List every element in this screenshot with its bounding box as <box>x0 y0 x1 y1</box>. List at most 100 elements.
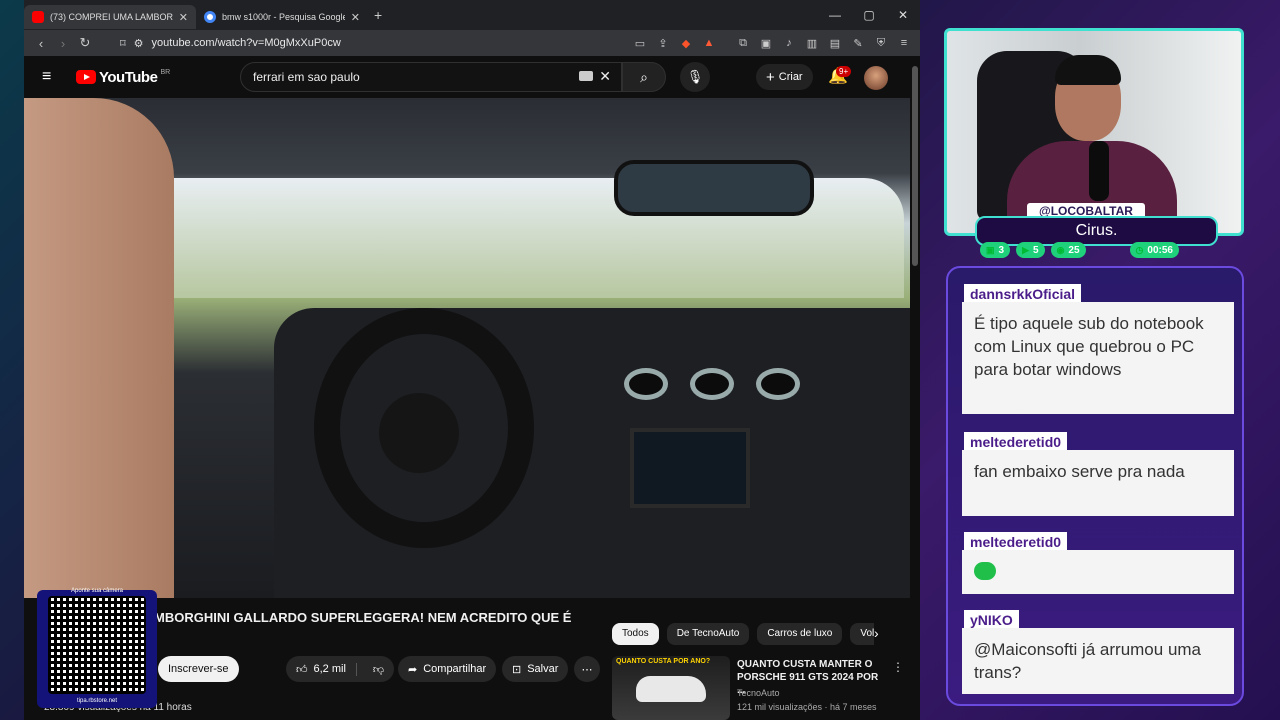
wallet-icon[interactable]: ▤ <box>825 37 845 50</box>
webcam-microphone <box>1089 141 1109 201</box>
save-icon: ⊡ <box>512 663 522 676</box>
twitch-viewers: ▣ 3 <box>980 242 1011 258</box>
qr-caption: Aponte sua câmera <box>70 588 124 594</box>
chat-username: meltederetid0 <box>964 432 1068 452</box>
video-driver <box>24 98 174 598</box>
create-button[interactable]: + Criar <box>756 64 813 90</box>
youtube-logo[interactable]: YouTube BR <box>76 69 170 86</box>
share-icon: ➦ <box>408 663 418 676</box>
sidebar-icon[interactable]: ▥ <box>802 37 822 50</box>
site-info-icon[interactable]: ⚙ <box>134 37 144 50</box>
timer-value: 00:56 <box>1147 244 1173 256</box>
chip-channel[interactable]: De TecnoAuto <box>666 623 750 645</box>
notification-badge: 9+ <box>836 66 852 77</box>
music-icon[interactable]: ♪ <box>779 37 799 49</box>
twitch-icon: ▣ <box>986 244 995 255</box>
more-options-icon[interactable]: ⋮ <box>892 660 904 674</box>
brave-shield-icon[interactable]: ◆ <box>676 37 696 50</box>
share-button[interactable]: ➦ Compartilhar <box>398 656 497 682</box>
vpn-icon[interactable]: ⛨ <box>871 37 891 50</box>
extensions-icon[interactable]: ⧉ <box>733 37 753 50</box>
extensions-area: ▭ ⇪ ◆ ▲ ⧉ ▣ ♪ ▥ ▤ ✎ ⛨ ≡ <box>630 30 914 56</box>
qr-code-image <box>48 596 146 694</box>
dislike-button[interactable]: 👎︎ <box>363 663 394 676</box>
scrollbar-thumb[interactable] <box>912 66 918 266</box>
new-tab-button[interactable]: + <box>374 7 382 23</box>
edit-icon[interactable]: ✎ <box>848 37 868 50</box>
search-icon: ⌕ <box>640 69 648 85</box>
recommended-thumbnail[interactable]: QUANTO CUSTA POR ANO? <box>612 656 730 720</box>
thumbs-down-icon: 👎︎ <box>372 663 385 676</box>
chat-message: @Maiconsofti já arrumou uma trans? <box>962 628 1234 694</box>
forward-icon[interactable]: › <box>52 36 74 51</box>
video-player[interactable] <box>24 98 910 598</box>
url-box[interactable]: ⌑ ⚙ youtube.com/watch?v=M0gMxXuP0cw <box>120 37 500 50</box>
thumbnail-car <box>636 676 706 702</box>
cast-icon[interactable]: ▭ <box>630 37 650 50</box>
tab-bar: (73) COMPREI UMA LAMBORGHINI ✕ bmw s1000… <box>24 0 920 30</box>
url-text[interactable]: youtube.com/watch?v=M0gMxXuP0cw <box>152 37 341 49</box>
chevron-right-icon[interactable]: › <box>874 625 879 641</box>
recommended-video[interactable]: QUANTO CUSTA POR ANO? QUANTO CUSTA MANTE… <box>612 656 904 720</box>
back-icon[interactable]: ‹ <box>30 36 52 51</box>
clear-search-icon[interactable]: ✕ <box>599 68 611 85</box>
screenshot-icon[interactable]: ▣ <box>756 37 776 50</box>
address-bar: ‹ › ↻ ⌑ ⚙ youtube.com/watch?v=M0gMxXuP0c… <box>24 30 920 56</box>
youtube-count: 5 <box>1033 244 1039 256</box>
reload-icon[interactable]: ↻ <box>74 35 96 51</box>
subscribe-button[interactable]: Inscrever-se <box>158 656 239 682</box>
youtube-favicon-icon <box>32 11 44 23</box>
recommended-channel[interactable]: TecnoAuto <box>737 688 780 698</box>
search-value: ferrari em sao paulo <box>253 70 360 84</box>
keyboard-icon[interactable] <box>579 71 593 81</box>
stream-stats: ▣ 3 ▶ 5 ◉ 25 ◷ 00:56 <box>980 242 1179 258</box>
chip-all[interactable]: Todos <box>612 623 659 645</box>
search-input[interactable]: ferrari em sao paulo ✕ <box>240 62 622 92</box>
brave-rewards-icon[interactable]: ▲ <box>699 37 719 49</box>
qr-code-panel: Aponte sua câmera tipa.rbstore.net <box>37 588 157 708</box>
more-actions-button[interactable]: ⋯ <box>574 656 600 682</box>
save-button[interactable]: ⊡ Salvar <box>502 656 569 682</box>
country-code: BR <box>160 68 171 76</box>
kick-viewers: ◉ 25 <box>1050 242 1086 258</box>
tab-google[interactable]: bmw s1000r - Pesquisa Google ✕ <box>196 5 368 29</box>
video-rearview-mirror <box>614 160 814 216</box>
thumbs-up-icon: 👍︎ <box>296 663 308 676</box>
search-button[interactable]: ⌕ <box>622 62 666 92</box>
close-tab-icon[interactable]: ✕ <box>351 11 360 24</box>
twitch-count: 3 <box>998 244 1005 256</box>
voice-search-button[interactable]: 🎙 <box>680 62 710 92</box>
account-avatar[interactable] <box>864 66 888 90</box>
tab-title: bmw s1000r - Pesquisa Google <box>222 12 345 22</box>
scrollbar[interactable] <box>910 56 920 720</box>
close-tab-icon[interactable]: ✕ <box>179 11 188 24</box>
viewer-name: Cirus. <box>1075 222 1118 239</box>
webcam-streamer-hair <box>1055 55 1121 85</box>
maximize-button[interactable]: ▢ <box>852 8 886 22</box>
chat-username: yNIKO <box>964 610 1019 630</box>
like-count: 6,2 mil <box>313 662 346 675</box>
clock-icon: ◷ <box>1135 244 1144 255</box>
qr-url: tipa.rbstore.net <box>76 698 118 704</box>
bookmark-icon[interactable]: ⌑ <box>120 37 126 50</box>
chip-luxury-cars[interactable]: Carros de luxo <box>757 623 843 645</box>
minimize-button[interactable]: — <box>818 8 852 22</box>
like-button[interactable]: 👍︎ 6,2 mil <box>286 662 357 676</box>
frog-emote-icon <box>974 562 996 580</box>
microphone-icon: 🎙 <box>686 69 704 84</box>
subscribe-label: Inscrever-se <box>168 663 229 675</box>
menu-icon[interactable]: ≡ <box>894 37 914 49</box>
hamburger-menu-icon[interactable]: ≡ <box>42 68 60 86</box>
chat-username: dannsrkkOficial <box>964 284 1082 304</box>
close-window-button[interactable]: ✕ <box>886 8 920 22</box>
tab-youtube[interactable]: (73) COMPREI UMA LAMBORGHINI ✕ <box>24 5 196 29</box>
youtube-play-icon <box>76 70 96 84</box>
share-page-icon[interactable]: ⇪ <box>653 37 673 50</box>
share-label: Compartilhar <box>423 663 487 675</box>
video-air-vent <box>756 368 800 400</box>
chip-partial[interactable]: Vol <box>850 623 874 645</box>
chat-message: fan embaixo serve pra nada <box>962 450 1234 516</box>
kick-icon: ◉ <box>1056 244 1065 255</box>
stream-timer: ◷ 00:56 <box>1129 242 1179 258</box>
chat-username: meltederetid0 <box>964 532 1068 552</box>
